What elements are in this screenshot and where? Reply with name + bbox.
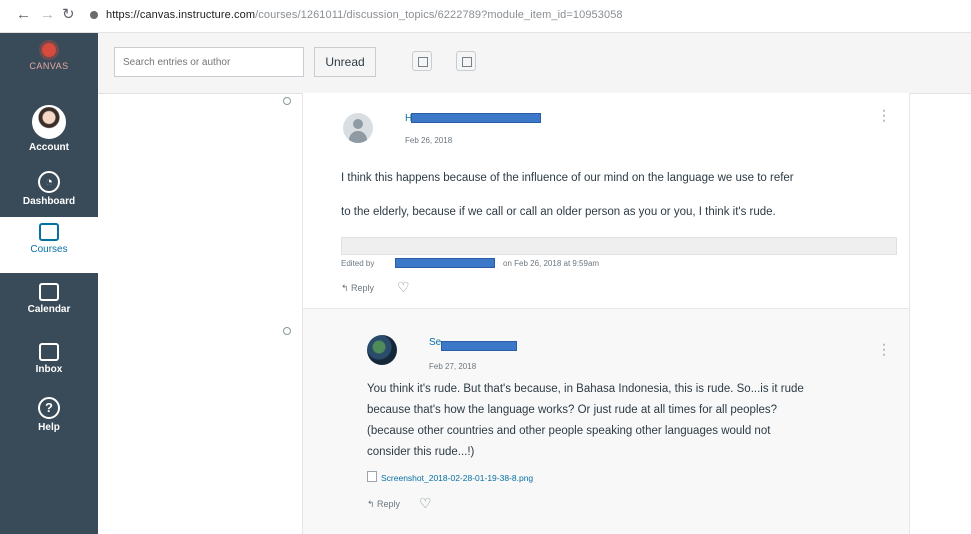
canvas-logo[interactable]: CANVAS (0, 43, 98, 87)
reload-icon[interactable]: ↻ (62, 7, 75, 23)
collapse-thread-toggle[interactable] (283, 97, 291, 105)
unread-filter-button[interactable]: Unread (314, 47, 376, 77)
entry-message-line: to the elderly, because if we call or ca… (341, 206, 776, 218)
help-icon: ? (38, 397, 60, 419)
url-path: /courses/1261011/discussion_topics/62227… (255, 9, 623, 21)
author-name[interactable]: Se (429, 337, 441, 348)
discussion-entry: Se Feb 27, 2018 ⋮ You think it's rude. B… (302, 309, 910, 534)
nav-inbox[interactable]: Inbox (0, 343, 98, 375)
forward-arrow-icon[interactable]: → (40, 7, 55, 23)
redacted-editor-name (395, 258, 495, 268)
entry-message: You think it's rude. But that's because,… (367, 379, 899, 463)
account-avatar (32, 105, 66, 139)
entry-menu-icon[interactable]: ⋮ (877, 107, 891, 124)
redacted-author-name (441, 341, 517, 351)
nav-dashboard-label: Dashboard (22, 196, 76, 207)
nav-help[interactable]: ? Help (0, 397, 98, 433)
courses-icon (39, 223, 59, 241)
nav-courses[interactable]: Courses (0, 217, 98, 273)
edited-prefix: Edited by (341, 259, 375, 268)
reply-label: Reply (351, 283, 375, 293)
url-host: https://canvas.instructure.com (106, 9, 256, 21)
edited-suffix: on Feb 26, 2018 at 9:59am (503, 259, 600, 268)
reply-label: Reply (377, 499, 401, 509)
attachment-link[interactable]: Screenshot_2018-02-28-01-19-38-8.png (367, 471, 533, 483)
entry-date: Feb 26, 2018 (405, 136, 453, 145)
entry-message: I think this happens because of the infl… (341, 167, 901, 223)
canvas-logo-label: CANVAS (29, 61, 69, 71)
nav-account[interactable]: Account (0, 105, 98, 153)
collapse-thread-toggle[interactable] (283, 327, 291, 335)
site-info-icon[interactable] (90, 11, 98, 19)
like-icon[interactable]: ♡ (419, 495, 432, 512)
global-nav: CANVAS Account ◔ Dashboard Courses Calen… (0, 33, 98, 534)
nav-inbox-label: Inbox (35, 364, 63, 375)
search-entries-input[interactable] (114, 47, 304, 77)
nav-account-label: Account (29, 142, 69, 153)
entry-message-line: (because other countries and other peopl… (367, 425, 771, 437)
discussion-toolbar: Unread (98, 33, 971, 94)
expand-threads-button[interactable] (456, 51, 476, 71)
nav-calendar[interactable]: Calendar (0, 283, 98, 315)
entry-message-line: because that's how the language works? O… (367, 404, 778, 416)
like-icon[interactable]: ♡ (397, 279, 410, 296)
url-text[interactable]: https://canvas.instructure.com/courses/1… (106, 9, 623, 21)
file-icon (367, 471, 377, 482)
entry-message-line: You think it's rude. But that's because,… (367, 383, 804, 395)
entry-menu-icon[interactable]: ⋮ (877, 341, 891, 358)
browser-url-bar[interactable]: ← → ↻ https://canvas.instructure.com/cou… (0, 0, 971, 33)
calendar-icon (39, 283, 59, 301)
entry-message-line: I think this happens because of the infl… (341, 172, 794, 184)
nav-dashboard[interactable]: ◔ Dashboard (0, 171, 98, 207)
entry-divider-bar (341, 237, 897, 255)
discussion-entry: H Feb 26, 2018 ⋮ I think this happens be… (302, 93, 910, 309)
inbox-icon (39, 343, 59, 361)
entry-date: Feb 27, 2018 (429, 362, 477, 371)
nav-help-label: Help (38, 422, 60, 433)
author-avatar[interactable] (367, 335, 397, 365)
dashboard-icon: ◔ (38, 171, 60, 193)
reply-entry-body: Se Feb 27, 2018 ⋮ You think it's rude. B… (303, 309, 909, 534)
entry-message-line: consider this rude...!) (367, 446, 475, 458)
nav-calendar-label: Calendar (27, 304, 71, 315)
attachment-filename: Screenshot_2018-02-28-01-19-38-8.png (381, 473, 534, 483)
redacted-author-name (411, 113, 541, 123)
nav-courses-label: Courses (30, 244, 68, 255)
canvas-logo-icon (42, 43, 56, 57)
collapse-threads-button[interactable] (412, 51, 432, 71)
back-arrow-icon[interactable]: ← (16, 7, 31, 23)
reply-button[interactable]: ↰ Reply (341, 283, 374, 294)
reply-button[interactable]: ↰ Reply (367, 499, 400, 510)
author-avatar[interactable] (343, 113, 373, 143)
